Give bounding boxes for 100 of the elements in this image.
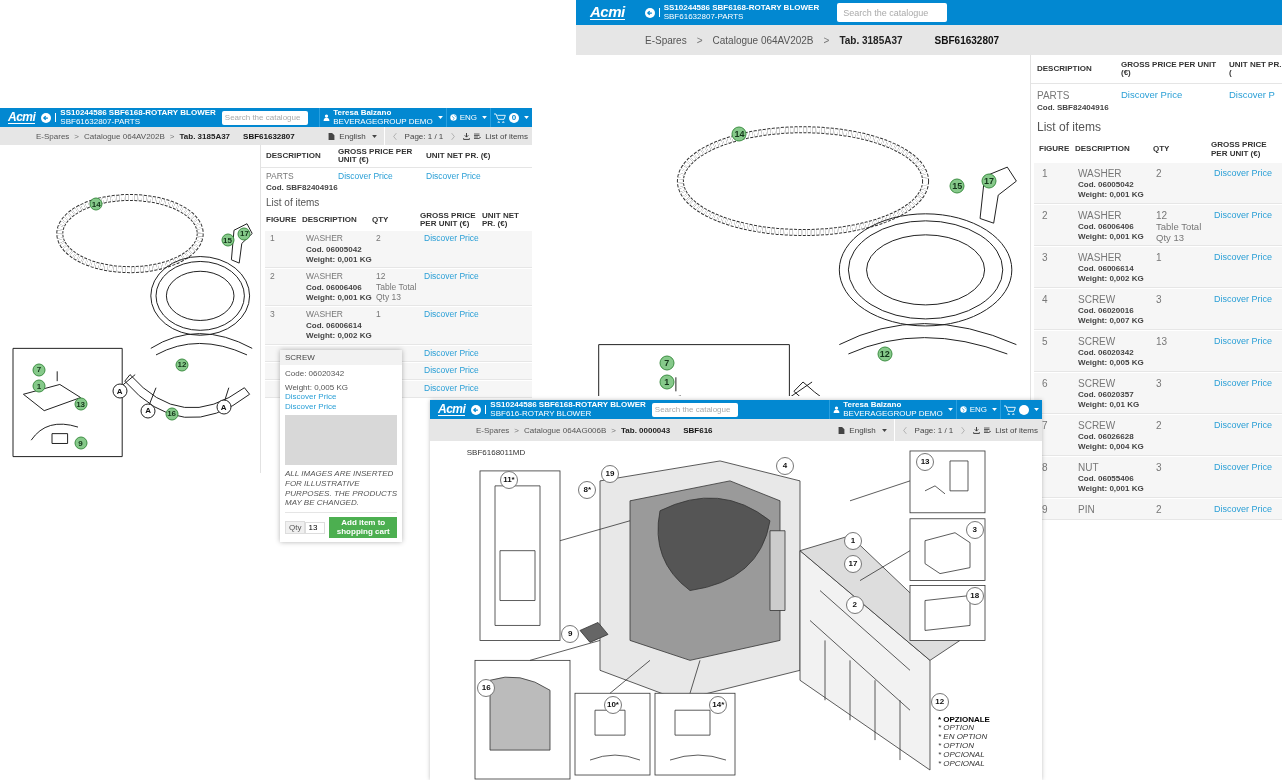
item-description: NUT — [1078, 461, 1100, 474]
breadcrumb-link[interactable]: Catalogue 064AV202B — [84, 131, 165, 141]
user-icon — [833, 406, 841, 413]
callout-marker[interactable]: 15 — [221, 233, 234, 247]
breadcrumb-link[interactable]: Tab. 0000043 — [621, 425, 671, 435]
callout-marker[interactable]: 14 — [731, 126, 747, 142]
item-weight: Weight: 0,005 KG — [1078, 358, 1145, 368]
cart-icon[interactable] — [494, 112, 506, 123]
breadcrumb-separator: > — [823, 34, 830, 46]
breadcrumb-link[interactable]: Tab. 3185A37 — [179, 131, 231, 141]
item-quantity: 3 — [1156, 461, 1163, 474]
figure-number: 2 — [270, 272, 276, 282]
cart-badge: 0 — [509, 112, 519, 123]
callout-marker[interactable]: 14 — [89, 197, 103, 211]
caret-icon[interactable] — [482, 116, 487, 119]
callout-marker[interactable]: 1 — [843, 531, 862, 550]
breadcrumb-link[interactable]: E-Spares — [645, 34, 687, 46]
item-description: WASHER — [1078, 209, 1123, 222]
breadcrumb-link[interactable]: Catalogue 064AG006B — [524, 425, 607, 435]
callout-marker[interactable]: 1 — [32, 379, 46, 393]
breadcrumb-link[interactable]: E-Spares — [36, 131, 70, 141]
callout-marker[interactable]: 9 — [561, 624, 580, 643]
item-code: Cod. 06020342 — [1078, 348, 1135, 358]
callout-marker[interactable]: 4 — [775, 457, 794, 476]
back-icon[interactable] — [471, 404, 482, 415]
download-icon[interactable] — [463, 132, 471, 140]
breadcrumb-link[interactable]: Tab. 3185A37 — [839, 34, 903, 46]
callout-marker[interactable]: 17 — [981, 173, 997, 189]
caret-icon[interactable] — [371, 134, 377, 138]
breadcrumb-separator: > — [74, 131, 80, 141]
list-icon — [474, 132, 482, 140]
callout-marker[interactable]: 17 — [237, 227, 251, 241]
logo[interactable]: Acmi — [590, 5, 625, 20]
callout-marker[interactable]: 7 — [659, 355, 675, 371]
logo[interactable]: Acmi — [438, 403, 466, 416]
item-code: Cod. 06055406 — [1078, 474, 1135, 484]
user-name[interactable]: Teresa Balzano — [333, 109, 433, 118]
callout-marker[interactable]: 9 — [74, 436, 88, 450]
logo[interactable]: Acmi — [8, 111, 36, 124]
item-weight: Weight: 0,002 KG — [306, 331, 373, 341]
column-header: GROSS PRICE PER UNIT (€) — [420, 211, 477, 229]
breadcrumb-separator: > — [611, 425, 616, 435]
list-of-items-button[interactable]: List of items — [995, 425, 1038, 435]
breadcrumb-link[interactable]: Catalogue 064AV202B — [712, 34, 814, 46]
figure-number: 3 — [270, 310, 276, 321]
caret-icon[interactable] — [947, 408, 953, 411]
callout-marker[interactable]: 15 — [949, 178, 965, 194]
caret-icon[interactable] — [437, 116, 443, 119]
language-selector[interactable]: ENG — [459, 113, 477, 122]
list-icon — [984, 426, 992, 434]
item-description: WASHER — [306, 310, 344, 321]
search-field[interactable]: Search the catalogue — [221, 110, 308, 125]
item-quantity: 1 — [1156, 251, 1163, 264]
callout-marker[interactable]: 19 — [600, 464, 619, 483]
user-icon — [323, 114, 331, 121]
cart-icon[interactable] — [1004, 404, 1016, 415]
item-weight: Weight: 0,001 KG — [1078, 232, 1145, 242]
section-title: List of items — [1036, 118, 1103, 136]
callout-marker[interactable]: 13 — [74, 397, 88, 411]
item-code: Cod. 06005042 — [306, 244, 363, 254]
item-description: WASHER — [1078, 167, 1123, 180]
quantity-field[interactable]: 13 — [305, 521, 326, 534]
callout-marker[interactable]: 7 — [32, 363, 46, 377]
search-field[interactable]: Search the catalogue — [837, 3, 948, 22]
breadcrumb-separator: > — [696, 34, 703, 46]
callout-marker[interactable]: 12 — [877, 346, 893, 362]
caret-icon[interactable] — [881, 428, 887, 432]
callout-marker[interactable]: A — [140, 403, 156, 419]
callout-marker[interactable]: 16 — [165, 407, 179, 421]
download-icon[interactable] — [973, 426, 981, 434]
quantity-label: Qty — [285, 520, 306, 535]
legend-text: * OPTION — [937, 724, 975, 734]
part-description: PARTS — [1037, 90, 1071, 102]
callout-marker[interactable]: A — [216, 399, 232, 415]
caret-icon[interactable] — [1034, 408, 1039, 411]
callout-marker[interactable]: A — [112, 383, 128, 399]
legend-text: * OPZIONALE — [937, 715, 990, 725]
callout-marker[interactable]: 8* — [578, 480, 597, 499]
callout-marker[interactable]: 1 — [659, 374, 675, 390]
total-quantity-note: Table Total Qty 13 — [376, 282, 418, 303]
language-selector[interactable]: ENG — [969, 405, 987, 414]
back-icon[interactable] — [644, 7, 655, 18]
language-dropdown[interactable]: English — [849, 425, 876, 435]
caret-icon[interactable] — [524, 116, 529, 119]
column-header: GROSS PRICE PER UNIT (€) — [1211, 141, 1268, 159]
figure-number: 8 — [1042, 461, 1049, 474]
popup-title: SCREW — [280, 350, 402, 365]
language-dropdown[interactable]: English — [339, 131, 366, 141]
breadcrumb-separator: > — [169, 131, 175, 141]
callout-marker[interactable]: 12 — [175, 358, 189, 372]
catalogue-title: SS10244586 SBF6168-ROTARY BLOWER — [60, 109, 216, 118]
back-icon[interactable] — [41, 112, 52, 123]
breadcrumb-link[interactable]: E-Spares — [476, 425, 510, 435]
disclaimer-text: ALL IMAGES ARE INSERTED FOR ILLUSTRATIVE PURPOSES. THE PRODUCTS MAY BE CHANGED. — [285, 469, 397, 513]
user-name[interactable]: Teresa Balzano — [843, 401, 943, 410]
caret-icon[interactable] — [992, 408, 997, 411]
legend-text: * EN OPTION — [937, 733, 989, 742]
search-field[interactable]: Search the catalogue — [651, 402, 738, 417]
list-of-items-button[interactable]: List of items — [485, 131, 528, 141]
figure-number: 6 — [1042, 377, 1049, 390]
